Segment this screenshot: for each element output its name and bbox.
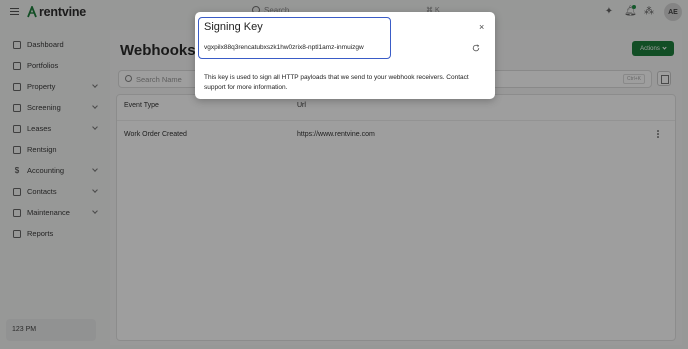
refresh-icon[interactable] <box>472 44 480 52</box>
dialog-description: This key is used to sign all HTTP payloa… <box>204 74 469 91</box>
signing-key-dialog: Signing Key × vgxpilx88q3rencatubxszk1hw… <box>195 12 495 99</box>
dialog-title: Signing Key <box>204 21 263 33</box>
signing-key-value: vgxpilx88q3rencatubxszk1hw0zrix8-nptl1am… <box>204 44 364 51</box>
close-icon[interactable]: × <box>479 23 484 32</box>
